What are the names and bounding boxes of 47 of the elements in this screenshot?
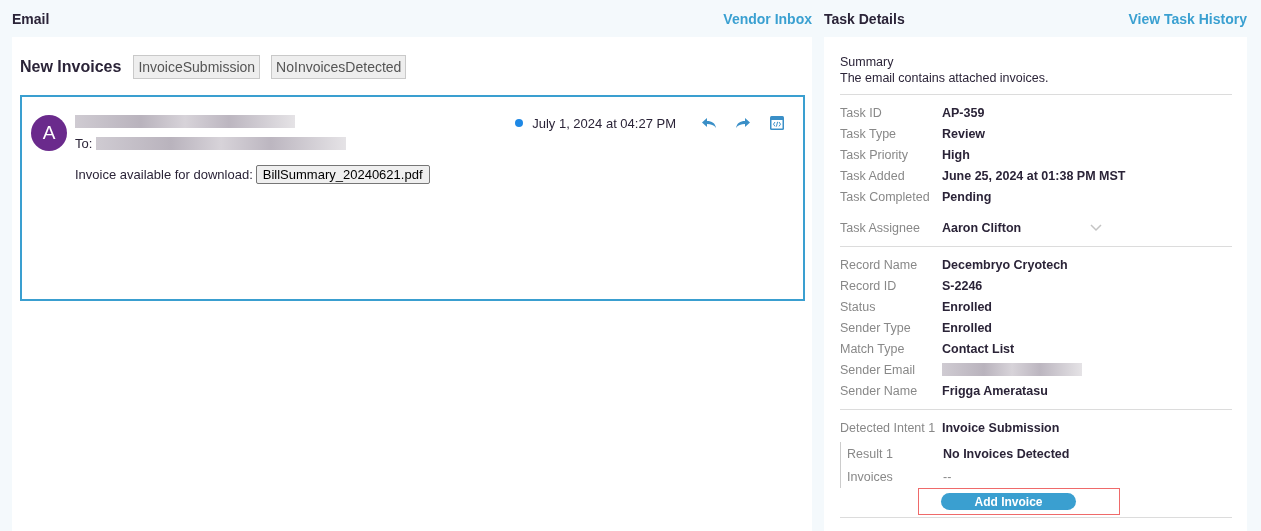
field-label: Result 1 — [847, 446, 894, 461]
field-value: S-2246 — [942, 278, 983, 293]
field-label: Task Completed — [840, 189, 931, 204]
code-view-icon[interactable] — [769, 115, 785, 131]
field-value: Enrolled — [942, 320, 992, 335]
field-value: Frigga Ameratasu — [942, 383, 1048, 398]
field-label: Sender Name — [840, 383, 919, 398]
field-value: Decembryo Cryotech — [942, 257, 1068, 272]
field-label: Task Priority — [840, 147, 910, 162]
attachment-button[interactable]: BillSummary_20240621.pdf — [255, 165, 430, 184]
field-value: -- — [943, 469, 952, 484]
field-label: Record ID — [840, 278, 898, 293]
field-value: No Invoices Detected — [943, 446, 1070, 461]
field-value: Pending — [942, 189, 992, 204]
message-date: July 1, 2024 at 04:27 PM — [532, 115, 676, 131]
field-label: Status — [840, 299, 877, 314]
tag: InvoiceSubmission — [133, 55, 261, 79]
tag: NoInvoicesDetected — [271, 55, 407, 79]
field-value: AP-359 — [942, 105, 985, 120]
field-label: Sender Type — [840, 320, 912, 335]
panel-title: Task Details — [824, 10, 905, 27]
avatar: A — [31, 115, 67, 151]
message-text: Invoice available for download: — [75, 167, 253, 182]
field-label: Task Assignee — [840, 220, 921, 235]
summary-label: Summary — [840, 54, 895, 70]
field-label: Invoices — [847, 469, 894, 484]
field-label: Record Name — [840, 257, 919, 272]
to-label: To: — [75, 136, 93, 151]
assignee-dropdown[interactable]: Aaron Clifton — [942, 220, 1102, 235]
add-invoice-button[interactable]: Add Invoice — [941, 493, 1076, 510]
field-value: Invoice Submission — [942, 420, 1060, 435]
field-label: Detected Intent 1 — [840, 420, 937, 435]
field-label: Sender Email — [840, 362, 917, 377]
field-label: Task Added — [840, 168, 906, 183]
task-history-link[interactable]: View Task History — [1128, 10, 1247, 27]
field-value: June 25, 2024 at 01:38 PM MST — [942, 168, 1126, 183]
field-label: Task ID — [840, 105, 883, 120]
summary-text: The email contains attached invoices. — [840, 70, 1050, 86]
field-label: Task Type — [840, 126, 898, 141]
field-value: Review — [942, 126, 986, 141]
vendor-inbox-link[interactable]: Vendor Inbox — [723, 10, 812, 27]
panel-title: Email — [12, 10, 50, 27]
field-label: Match Type — [840, 341, 906, 356]
field-value: High — [942, 147, 970, 162]
field-value: Enrolled — [942, 299, 992, 314]
field-value: Contact List — [942, 341, 1015, 356]
section-heading: New Invoices — [20, 58, 122, 76]
